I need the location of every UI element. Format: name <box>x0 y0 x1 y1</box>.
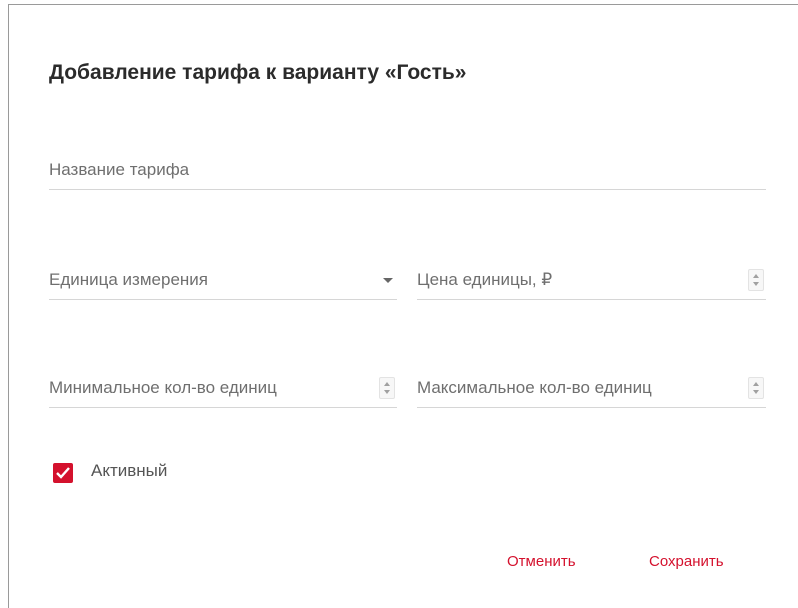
checkmark-icon <box>56 467 70 479</box>
max-units-input[interactable] <box>417 368 766 407</box>
active-checkbox-label: Активный <box>91 461 168 480</box>
cancel-button[interactable]: Отменить <box>507 553 576 570</box>
unit-price-stepper-icon[interactable] <box>748 269 764 291</box>
active-checkbox[interactable] <box>53 463 73 483</box>
min-units-stepper-icon[interactable] <box>379 377 395 399</box>
unit-price-field[interactable] <box>417 260 766 300</box>
tariff-name-field[interactable] <box>49 150 766 190</box>
save-button[interactable]: Сохранить <box>649 553 724 570</box>
unit-select-label: Единица измерения <box>49 270 208 289</box>
min-units-field[interactable] <box>49 368 397 408</box>
dialog-title: Добавление тарифа к варианту «Гость» <box>49 61 467 84</box>
max-units-field[interactable] <box>417 368 766 408</box>
tariff-name-input[interactable] <box>49 150 766 189</box>
max-units-stepper-icon[interactable] <box>748 377 764 399</box>
unit-price-input[interactable] <box>417 260 766 299</box>
unit-select[interactable]: Единица измерения <box>49 260 397 300</box>
chevron-down-icon[interactable] <box>383 278 393 283</box>
min-units-input[interactable] <box>49 368 397 407</box>
add-tariff-dialog: Добавление тарифа к варианту «Гость» Еди… <box>8 4 798 608</box>
